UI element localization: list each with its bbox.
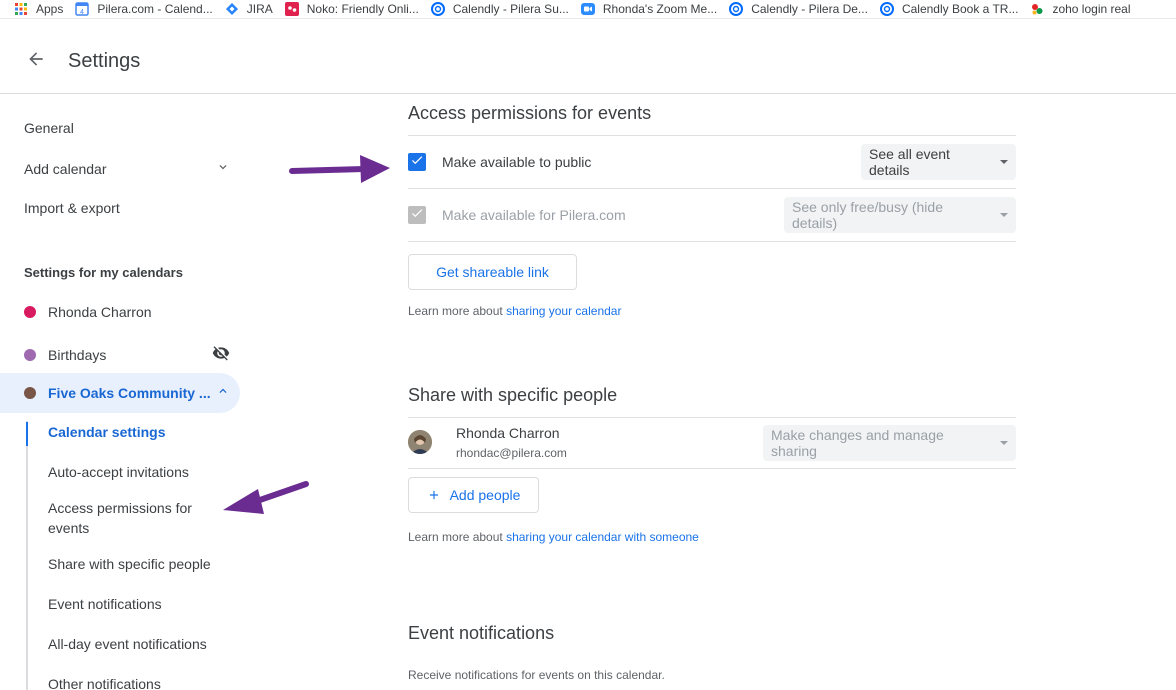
calendar-color-dot xyxy=(24,348,36,361)
public-access-value: See all event details xyxy=(869,146,950,178)
arrow-back-icon xyxy=(26,49,46,74)
bookmark-calendly-demo[interactable]: Calendly - Pilera De... xyxy=(729,2,868,16)
bookmark-noko[interactable]: Noko: Friendly Onli... xyxy=(284,2,419,16)
bookmarks-bar: Apps 4 Pilera.com - Calend... JIRA Noko:… xyxy=(0,0,1176,19)
plus-icon xyxy=(427,488,441,502)
nav-add-calendar[interactable]: Add calendar xyxy=(24,160,230,177)
settings-header: Settings xyxy=(0,28,1176,94)
check-icon xyxy=(410,206,424,225)
calendar-name: Five Oaks Community ... xyxy=(48,384,211,401)
bookmark-jira[interactable]: JIRA xyxy=(225,2,273,16)
share-people-title: Share with specific people xyxy=(408,385,618,405)
get-shareable-link-button[interactable]: Get shareable link xyxy=(408,254,577,290)
my-calendars-heading: Settings for my calendars xyxy=(24,265,183,280)
sharing-with-someone-link[interactable]: sharing your calendar with someone xyxy=(506,530,699,544)
dropdown-caret-icon xyxy=(1000,160,1008,164)
domain-checkbox-label: Make available for Pilera.com xyxy=(442,207,626,223)
calendar-item-five-oaks[interactable]: Five Oaks Community ... xyxy=(24,384,230,401)
chevron-down-icon xyxy=(216,160,230,177)
apps-grid-icon xyxy=(14,2,28,16)
domain-access-dropdown[interactable]: See only free/busy (hide details) xyxy=(784,197,1016,233)
person-permission-value: Make changes and manage sharing xyxy=(771,427,944,459)
divider xyxy=(408,188,1016,189)
divider xyxy=(408,135,1016,136)
calendly-icon xyxy=(729,2,744,16)
calendar-item-birthdays[interactable]: Birthdays xyxy=(24,344,230,365)
learn-more-prefix: Learn more about xyxy=(408,304,507,318)
nav-import-export[interactable]: Import & export xyxy=(24,200,120,216)
avatar xyxy=(408,430,432,454)
noko-icon xyxy=(284,2,299,16)
bookmark-pilera-calendar[interactable]: 4 Pilera.com - Calend... xyxy=(75,2,213,16)
subnav-active-indicator xyxy=(26,422,28,446)
nav-add-calendar-label: Add calendar xyxy=(24,160,107,177)
nav-general[interactable]: General xyxy=(24,120,74,136)
bookmark-calendly-support[interactable]: Calendly - Pilera Su... xyxy=(430,2,569,16)
calendar-color-dot xyxy=(24,306,36,318)
subnav-share-people[interactable]: Share with specific people xyxy=(48,554,218,574)
zoom-icon xyxy=(580,2,595,16)
annotation-arrow-right-icon xyxy=(289,155,390,183)
learn-more-prefix: Learn more about xyxy=(408,530,507,544)
calendar-item-rhonda[interactable]: Rhonda Charron xyxy=(24,304,152,320)
subnav-access-permissions[interactable]: Access permissions for events xyxy=(48,498,208,538)
add-people-button[interactable]: Add people xyxy=(408,477,539,513)
calendar-name: Birthdays xyxy=(48,346,107,363)
public-access-dropdown[interactable]: See all event details xyxy=(861,144,1016,180)
sharing-calendar-link[interactable]: sharing your calendar xyxy=(506,304,621,318)
divider xyxy=(408,468,1016,469)
jira-icon xyxy=(225,2,239,16)
bookmark-calendly-book[interactable]: Calendly Book a TR... xyxy=(879,2,1018,16)
back-button[interactable] xyxy=(20,45,52,77)
visibility-off-icon[interactable] xyxy=(212,344,230,365)
event-notifications-description: Receive notifications for events on this… xyxy=(408,668,665,682)
zoho-icon xyxy=(1030,2,1044,16)
chevron-up-icon[interactable] xyxy=(216,384,230,401)
svg-text:4: 4 xyxy=(80,9,84,16)
public-checkbox-label: Make available to public xyxy=(442,154,592,170)
settings-sidebar: General Add calendar Import & export Set… xyxy=(0,95,260,690)
google-calendar-icon: 4 xyxy=(75,2,90,16)
subnav-event-notifications[interactable]: Event notifications xyxy=(48,594,218,614)
subnav-track xyxy=(26,421,28,690)
bookmark-zoho[interactable]: zoho login real xyxy=(1030,2,1131,16)
divider xyxy=(408,241,1016,242)
dropdown-caret-icon xyxy=(1000,213,1008,217)
subnav-calendar-settings[interactable]: Calendar settings xyxy=(48,422,218,442)
calendly-icon xyxy=(879,2,894,16)
dropdown-caret-icon xyxy=(1000,441,1008,445)
person-email: rhondac@pilera.com xyxy=(456,446,567,460)
add-people-label: Add people xyxy=(449,487,521,503)
subnav-other-notifications[interactable]: Other notifications xyxy=(48,674,218,690)
domain-access-value: See only free/busy (hide details) xyxy=(792,199,943,231)
access-permissions-title: Access permissions for events xyxy=(408,103,652,123)
event-notifications-title: Event notifications xyxy=(408,623,555,643)
divider xyxy=(408,417,1016,418)
calendly-icon xyxy=(430,2,445,16)
subnav-auto-accept[interactable]: Auto-accept invitations xyxy=(48,462,218,482)
learn-more-share-someone: Learn more about sharing your calendar w… xyxy=(408,530,699,544)
public-checkbox[interactable] xyxy=(408,153,426,171)
person-permission-dropdown[interactable]: Make changes and manage sharing xyxy=(763,425,1016,461)
annotation-arrow-left-icon xyxy=(223,481,309,514)
check-icon xyxy=(410,153,424,172)
bookmark-zoom[interactable]: Rhonda's Zoom Me... xyxy=(580,2,717,16)
person-name: Rhonda Charron xyxy=(456,425,560,441)
calendar-color-dot xyxy=(24,386,36,399)
calendar-name: Rhonda Charron xyxy=(48,304,152,320)
bookmark-apps[interactable]: Apps xyxy=(14,2,63,16)
subnav-all-day-notifications[interactable]: All-day event notifications xyxy=(48,634,218,654)
learn-more-sharing: Learn more about sharing your calendar xyxy=(408,304,621,318)
page-title: Settings xyxy=(68,50,141,72)
domain-checkbox[interactable] xyxy=(408,206,426,224)
